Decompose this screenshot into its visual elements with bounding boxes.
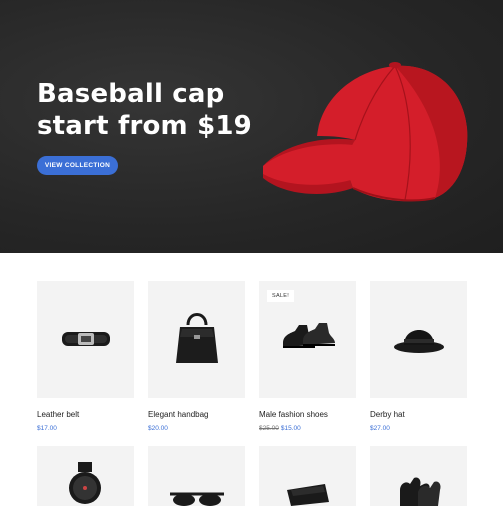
hero-banner: Baseball cap start from $19 VIEW COLLECT… (0, 0, 503, 253)
product-card[interactable] (37, 446, 134, 506)
product-image[interactable] (148, 446, 245, 506)
hero-title: Baseball cap start from $19 (37, 78, 252, 142)
product-name[interactable]: Elegant handbag (148, 410, 209, 419)
product-image[interactable]: SALE! (259, 281, 356, 398)
hat-icon (394, 330, 444, 353)
shoes-icon (283, 323, 335, 348)
old-price: $25.00 (259, 425, 279, 432)
product-name[interactable]: Derby hat (370, 410, 405, 419)
product-price: $20.00 (148, 425, 168, 432)
product-card[interactable] (259, 446, 356, 506)
sunglasses-icon (170, 492, 224, 506)
product-price: $27.00 (370, 425, 390, 432)
watch-icon (69, 462, 101, 504)
belt-icon (62, 332, 110, 346)
product-image[interactable] (37, 446, 134, 506)
product-image[interactable] (370, 446, 467, 506)
product-image[interactable] (37, 281, 134, 398)
product-image[interactable] (370, 281, 467, 398)
product-card[interactable]: Elegant handbag $20.00 (148, 281, 245, 432)
product-card[interactable]: SALE! Male fashion shoes $25.00 $15.00 (259, 281, 356, 432)
product-name[interactable]: Leather belt (37, 410, 79, 419)
product-card[interactable]: Derby hat $27.00 (370, 281, 467, 432)
gloves-icon (400, 477, 441, 506)
product-card[interactable] (370, 446, 467, 506)
product-card[interactable]: Leather belt $17.00 (37, 281, 134, 432)
sale-badge: SALE! (267, 290, 295, 302)
sale-price: $15.00 (280, 425, 301, 432)
product-name[interactable]: Male fashion shoes (259, 410, 328, 419)
product-price: $17.00 (37, 425, 57, 432)
product-image[interactable] (259, 446, 356, 506)
view-collection-button[interactable]: VIEW COLLECTION (37, 156, 118, 175)
wallet-icon (287, 484, 329, 506)
product-image[interactable] (148, 281, 245, 398)
product-price: $25.00 $15.00 (259, 425, 301, 432)
hero-title-line1: Baseball cap (37, 79, 225, 109)
hero-title-line2: start from $19 (37, 111, 252, 141)
handbag-icon (176, 313, 218, 363)
baseball-cap-image (263, 62, 468, 202)
product-card[interactable] (148, 446, 245, 506)
